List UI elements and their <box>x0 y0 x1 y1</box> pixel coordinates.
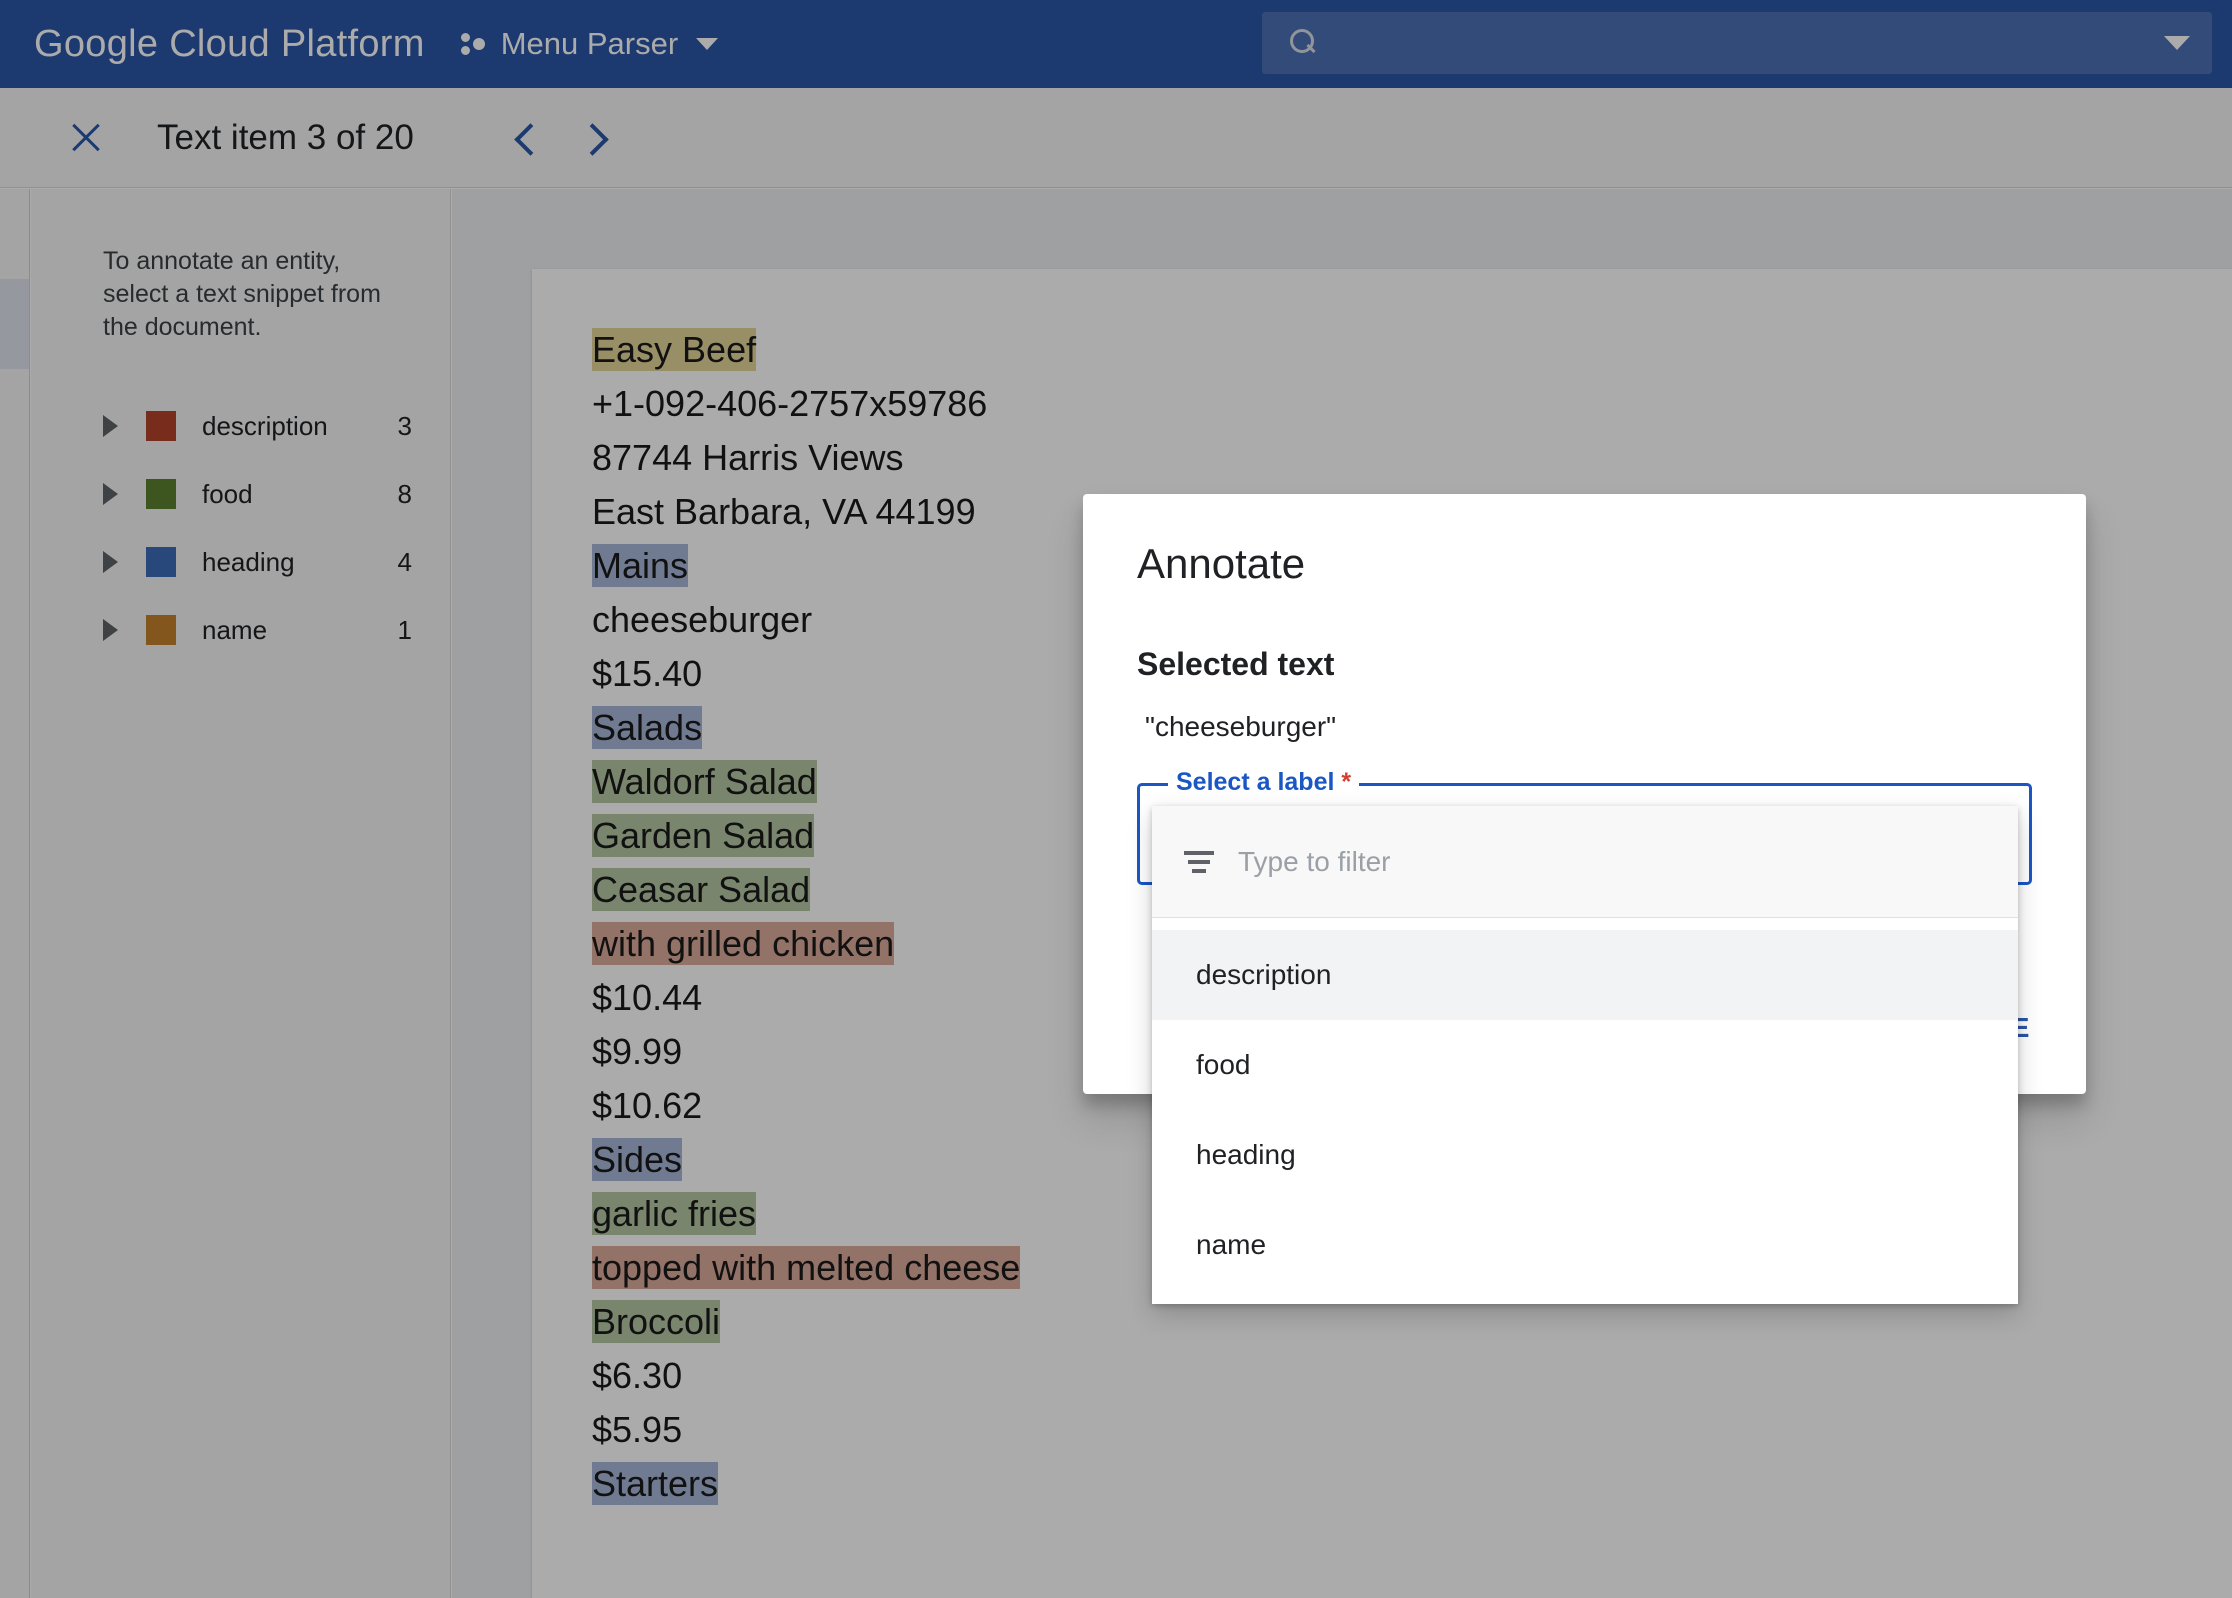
project-selector[interactable]: Menu Parser <box>461 26 718 62</box>
dropdown-option-name[interactable]: name <box>1152 1200 2018 1290</box>
left-rail <box>0 189 30 1598</box>
plain-span[interactable]: $6.30 <box>592 1355 682 1396</box>
document-line[interactable]: $5.95 <box>592 1403 2184 1457</box>
project-dots-icon <box>461 31 487 57</box>
plain-span[interactable]: $15.40 <box>592 653 702 694</box>
document-line[interactable]: +1-092-406-2757x59786 <box>592 377 2184 431</box>
search-input[interactable] <box>1338 27 2164 59</box>
gcp-brand-logo[interactable]: Google Cloud Platform <box>34 23 425 66</box>
document-line[interactable]: 87744 Harris Views <box>592 431 2184 485</box>
plain-span[interactable]: $5.95 <box>592 1409 682 1450</box>
label-color-swatch <box>146 479 176 509</box>
label-count: 3 <box>398 411 412 442</box>
label-list: description3food8heading4name1 <box>31 392 450 664</box>
label-name: food <box>202 479 398 510</box>
plain-span[interactable]: $10.62 <box>592 1085 702 1126</box>
global-header: Google Cloud Platform Menu Parser <box>0 0 2232 88</box>
dropdown-divider <box>1152 918 2018 930</box>
filter-input[interactable] <box>1238 846 2018 878</box>
label-count: 4 <box>398 547 412 578</box>
app-root: Google Cloud Platform Menu Parser Text i… <box>0 0 2232 1598</box>
annotated-span-food[interactable]: Waldorf Salad <box>592 760 817 803</box>
annotated-span-heading[interactable]: Salads <box>592 706 702 749</box>
plain-span[interactable]: $10.44 <box>592 977 702 1018</box>
dropdown-filter-row <box>1152 806 2018 918</box>
label-row-food[interactable]: food8 <box>31 460 450 528</box>
label-row-description[interactable]: description3 <box>31 392 450 460</box>
rail-marker[interactable] <box>0 279 29 369</box>
label-color-swatch <box>146 547 176 577</box>
label-dropdown: descriptionfoodheadingname <box>1152 806 2018 1304</box>
annotated-span-name[interactable]: Easy Beef <box>592 328 756 371</box>
dropdown-options: descriptionfoodheadingname <box>1152 930 2018 1290</box>
text-item-counter: Text item 3 of 20 <box>157 118 414 158</box>
label-row-heading[interactable]: heading4 <box>31 528 450 596</box>
label-count: 1 <box>398 615 412 646</box>
dialog-title: Annotate <box>1137 540 2032 588</box>
plain-span[interactable]: East Barbara, VA 44199 <box>592 491 976 532</box>
dropdown-option-food[interactable]: food <box>1152 1020 2018 1110</box>
document-line[interactable]: $6.30 <box>592 1349 2184 1403</box>
labels-sidebar: To annotate an entity, select a text sni… <box>31 189 451 1598</box>
triangle-right-icon[interactable] <box>103 415 118 437</box>
annotated-span-description[interactable]: topped with melted cheese <box>592 1246 1020 1289</box>
dropdown-option-heading[interactable]: heading <box>1152 1110 2018 1200</box>
triangle-right-icon[interactable] <box>103 619 118 641</box>
selected-text-value: "cheeseburger" <box>1145 711 2032 743</box>
chevron-left-icon[interactable] <box>499 111 553 165</box>
annotated-span-heading[interactable]: Sides <box>592 1138 682 1181</box>
select-label-legend: Select a label * <box>1168 768 1359 797</box>
triangle-right-icon[interactable] <box>103 551 118 573</box>
triangle-right-icon[interactable] <box>103 483 118 505</box>
plain-span[interactable]: 87744 Harris Views <box>592 437 903 478</box>
sidebar-hint: To annotate an entity, select a text sni… <box>103 245 410 344</box>
label-name: name <box>202 615 398 646</box>
document-line[interactable]: Starters <box>592 1457 2184 1511</box>
search-icon <box>1288 28 1318 58</box>
global-search[interactable] <box>1262 12 2212 74</box>
filter-icon <box>1184 849 1214 875</box>
chevron-down-icon <box>696 38 718 50</box>
annotated-span-food[interactable]: Garden Salad <box>592 814 814 857</box>
annotated-span-heading[interactable]: Starters <box>592 1462 718 1505</box>
project-name: Menu Parser <box>501 26 678 62</box>
label-row-name[interactable]: name1 <box>31 596 450 664</box>
document-line[interactable]: Easy Beef <box>592 323 2184 377</box>
label-color-swatch <box>146 411 176 441</box>
plain-span[interactable]: +1-092-406-2757x59786 <box>592 383 987 424</box>
label-name: heading <box>202 547 398 578</box>
annotation-toolbar: Text item 3 of 20 <box>0 88 2232 188</box>
selected-text-heading: Selected text <box>1137 646 2032 683</box>
label-name: description <box>202 411 398 442</box>
annotated-span-food[interactable]: Ceasar Salad <box>592 868 810 911</box>
required-asterisk: * <box>1341 768 1351 796</box>
label-count: 8 <box>398 479 412 510</box>
plain-span[interactable]: cheeseburger <box>592 599 812 640</box>
label-color-swatch <box>146 615 176 645</box>
plain-span[interactable]: $9.99 <box>592 1031 682 1072</box>
annotated-span-food[interactable]: Broccoli <box>592 1300 720 1343</box>
close-icon[interactable] <box>65 117 107 159</box>
annotated-span-description[interactable]: with grilled chicken <box>592 922 894 965</box>
annotated-span-food[interactable]: garlic fries <box>592 1192 756 1235</box>
search-chevron-down-icon[interactable] <box>2164 36 2190 50</box>
dropdown-option-description[interactable]: description <box>1152 930 2018 1020</box>
select-label-legend-text: Select a label <box>1176 768 1334 796</box>
dropdown-bottom-pad <box>1152 1290 2018 1304</box>
annotated-span-heading[interactable]: Mains <box>592 544 688 587</box>
chevron-right-icon[interactable] <box>569 111 623 165</box>
